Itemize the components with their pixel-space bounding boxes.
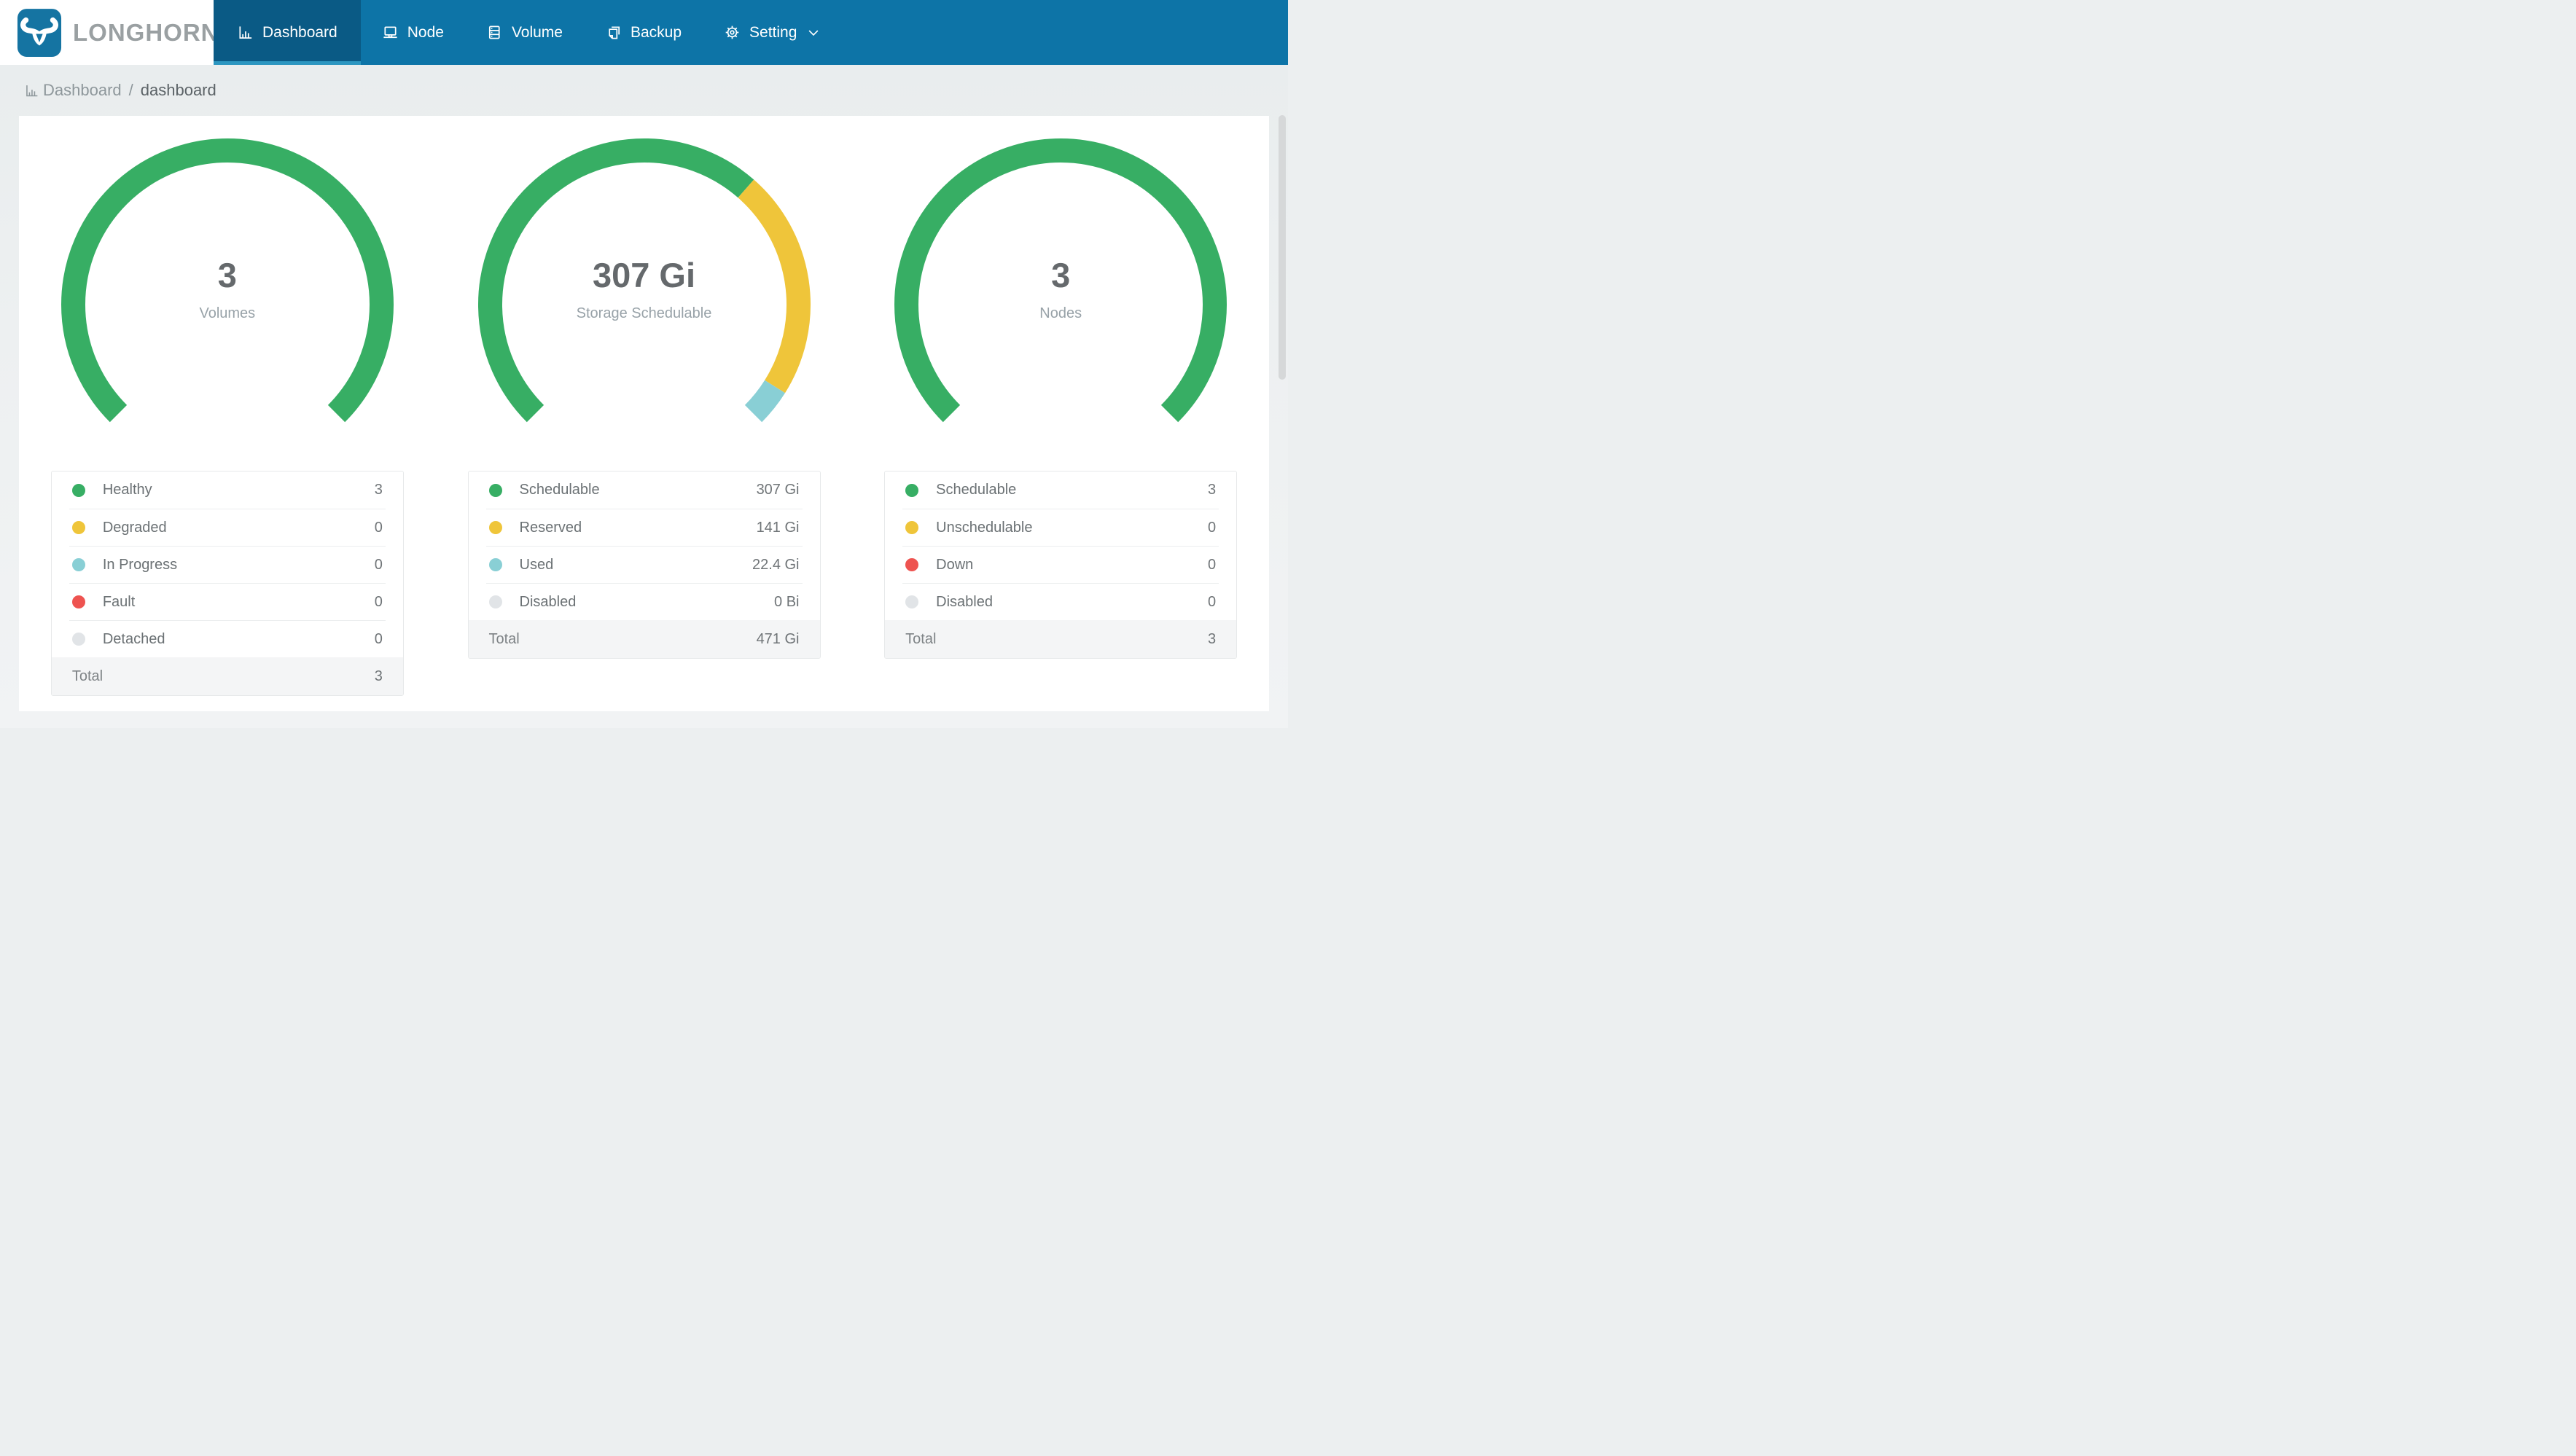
storage-gauge-chart [477, 138, 811, 423]
legend-row-down: Down 0 [902, 546, 1219, 583]
volumes-gauge: 3 Volumes [52, 136, 402, 427]
legend-total-row: Total 3 [51, 657, 403, 695]
breadcrumb-separator: / [128, 81, 133, 99]
legend-row-healthy: Healthy 3 [69, 471, 386, 509]
nav-item-label: Volume [511, 23, 563, 41]
nav-item-node[interactable]: Node [361, 0, 465, 65]
bar-chart-icon [239, 26, 252, 39]
legend-row-disabled: Disabled 0 Bi [485, 583, 803, 620]
legend-row-unschedulable: Unschedulable 0 [902, 509, 1219, 546]
copy-icon [609, 26, 620, 39]
nodes-legend: Schedulable 3 Unschedulable 0 Down 0 Dis… [884, 471, 1238, 659]
chevron-down-icon [808, 29, 819, 36]
nav-item-backup[interactable]: Backup [584, 0, 703, 65]
laptop-icon [383, 26, 397, 39]
longhorn-app: LONGHORN Dashboard Node Volume Backup Se… [0, 0, 1288, 728]
top-navbar: LONGHORN Dashboard Node Volume Backup Se… [0, 0, 1288, 65]
nav-item-label: Node [407, 23, 444, 41]
nav-item-label: Setting [749, 23, 797, 41]
legend-row-detached: Detached 0 [69, 620, 386, 657]
database-icon [488, 26, 500, 39]
brand-name: LONGHORN [73, 18, 219, 46]
nav-item-label: Dashboard [262, 23, 337, 41]
status-dot [905, 558, 919, 571]
bar-chart-icon [26, 85, 38, 96]
status-dot [71, 558, 85, 571]
gear-icon [725, 26, 739, 39]
legend-row-disabled: Disabled 0 [902, 583, 1219, 620]
legend-total-row: Total 3 [885, 620, 1237, 658]
breadcrumb-current-page: dashboard [140, 81, 216, 99]
storage-gauge: 307 Gi Storage Schedulable [469, 136, 819, 427]
legend-row-schedulable: Schedulable 3 [902, 471, 1219, 509]
status-dot [71, 595, 85, 608]
status-dot [71, 521, 85, 534]
nav-item-dashboard[interactable]: Dashboard [214, 0, 361, 65]
volumes-panel: 3 Volumes Healthy 3 Degraded 0 In Progre… [19, 116, 436, 711]
nav-item-setting[interactable]: Setting [703, 0, 842, 65]
breadcrumb-dashboard-link[interactable]: Dashboard [24, 81, 122, 100]
storage-legend: Schedulable 307 Gi Reserved 141 Gi Used … [467, 471, 821, 659]
status-dot [71, 483, 85, 497]
status-dot [905, 483, 919, 497]
longhorn-logo-icon [17, 8, 62, 57]
status-dot [905, 595, 919, 608]
legend-row-degraded: Degraded 0 [69, 509, 386, 546]
legend-row-used: Used 22.4 Gi [485, 546, 803, 583]
status-dot [488, 521, 502, 534]
legend-row-fault: Fault 0 [69, 583, 386, 620]
storage-panel: 307 Gi Storage Schedulable Schedulable 3… [436, 116, 853, 711]
breadcrumb-section: Dashboard [43, 81, 122, 99]
legend-total-row: Total 471 Gi [468, 620, 820, 658]
status-dot [488, 558, 502, 571]
scrollbar-thumb[interactable] [1279, 115, 1286, 380]
breadcrumb: Dashboard / dashboard [0, 65, 1288, 116]
status-dot [488, 595, 502, 608]
status-dot [71, 633, 85, 646]
logo[interactable]: LONGHORN [0, 0, 219, 65]
nav-item-volume[interactable]: Volume [465, 0, 584, 65]
dashboard-card: 3 Volumes Healthy 3 Degraded 0 In Progre… [19, 116, 1269, 711]
volumes-gauge-chart [61, 138, 394, 423]
status-dot [488, 483, 502, 497]
legend-row-schedulable: Schedulable 307 Gi [486, 471, 803, 509]
nodes-panel: 3 Nodes Schedulable 3 Unschedulable 0 Do… [852, 116, 1269, 711]
nav-menu: Dashboard Node Volume Backup Setting [214, 0, 842, 65]
legend-row-in-progress: In Progress 0 [69, 546, 386, 583]
legend-row-reserved: Reserved 141 Gi [485, 509, 803, 546]
volumes-legend: Healthy 3 Degraded 0 In Progress 0 Fault… [50, 471, 404, 696]
status-dot [905, 521, 919, 534]
nav-item-label: Backup [630, 23, 682, 41]
nodes-gauge-chart [894, 138, 1227, 423]
nodes-gauge: 3 Nodes [886, 136, 1236, 427]
